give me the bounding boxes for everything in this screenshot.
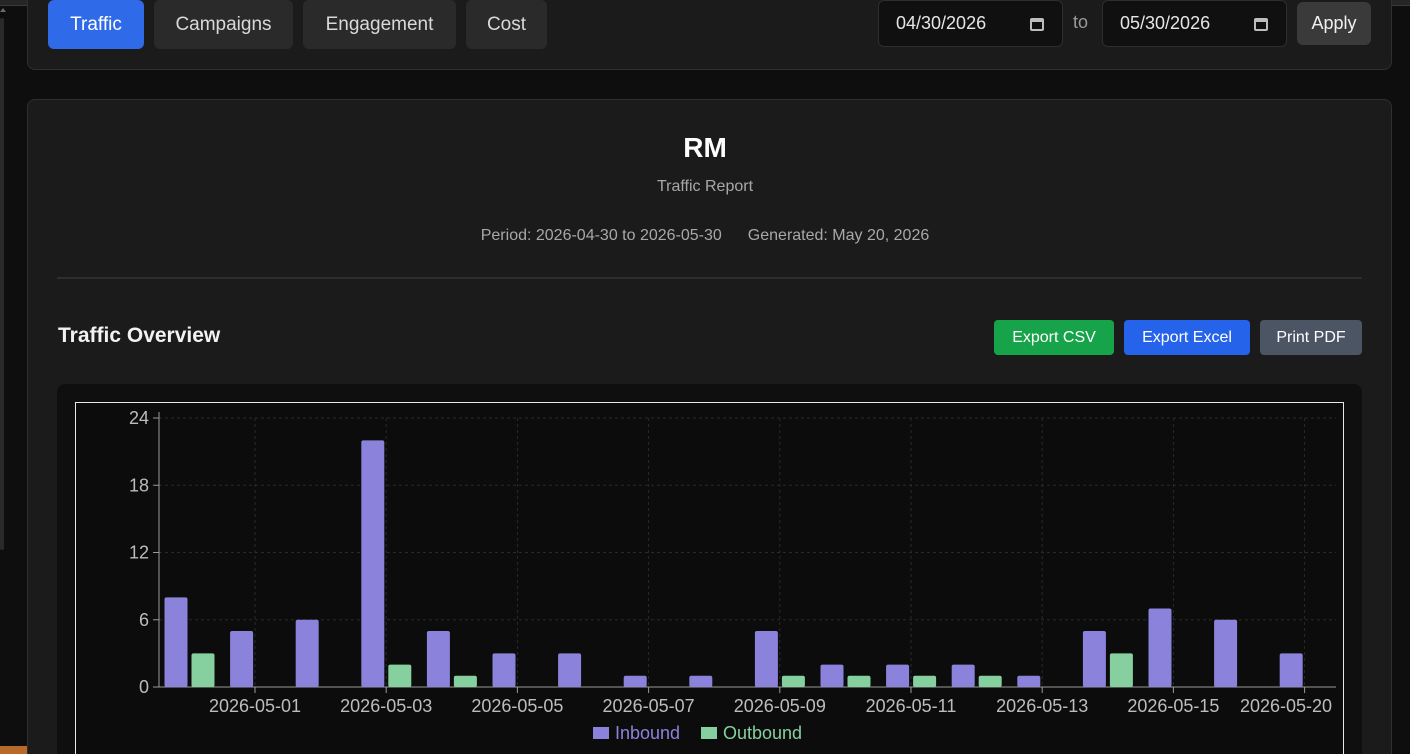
- bar-outbound: [388, 664, 412, 687]
- divider: [57, 277, 1362, 279]
- bar-inbound: [1279, 653, 1303, 687]
- bar-inbound: [623, 675, 647, 687]
- bar-inbound: [886, 664, 910, 687]
- bar-inbound: [164, 597, 188, 687]
- date-range-separator: to: [1073, 12, 1089, 32]
- sidebar-scrollbar[interactable]: [0, 18, 4, 550]
- bar-inbound: [1017, 675, 1041, 687]
- x-tick-label: 2026-05-20: [1240, 696, 1332, 716]
- bar-outbound: [1109, 653, 1133, 687]
- apply-button[interactable]: Apply: [1297, 2, 1371, 45]
- tab-traffic[interactable]: Traffic: [48, 0, 144, 49]
- bar-inbound: [426, 630, 450, 687]
- export-csv-button[interactable]: Export CSV: [994, 320, 1114, 355]
- traffic-bar-chart: 0 6 12 18 24 2026-05-01 2026-05-03 2026-05-05 20…: [129, 408, 1336, 743]
- bar-inbound: [558, 653, 582, 687]
- bar-inbound: [492, 653, 516, 687]
- x-tick-label: 2026-05-03: [340, 696, 432, 716]
- bar-outbound: [453, 675, 477, 687]
- section-title: Traffic Overview: [58, 324, 221, 347]
- bar-inbound: [1082, 630, 1106, 687]
- y-tick-label: 12: [129, 543, 149, 563]
- x-tick-label: 2026-05-09: [734, 696, 826, 716]
- x-tick-label: 2026-05-11: [866, 696, 957, 716]
- report-subtitle: Traffic Report: [656, 178, 754, 195]
- tab-campaigns[interactable]: Campaigns: [154, 0, 293, 49]
- calendar-icon[interactable]: [1254, 18, 1268, 31]
- end-date-value: 05/30/2026: [1120, 13, 1211, 33]
- bar-outbound: [191, 653, 215, 687]
- bar-outbound: [978, 675, 1002, 687]
- bar-outbound: [781, 675, 805, 687]
- report-meta: Period: 2026-04-30 to 2026-05-30 Generate…: [0, 227, 1410, 245]
- end-date-input[interactable]: 05/30/2026: [1102, 0, 1287, 47]
- export-excel-button[interactable]: Export Excel: [1124, 320, 1250, 355]
- start-date-input[interactable]: 04/30/2026: [878, 0, 1063, 47]
- x-tick-label: 2026-05-07: [603, 696, 695, 716]
- x-tick-label: 2026-05-05: [471, 696, 563, 716]
- bar-inbound: [295, 619, 319, 687]
- bar-inbound: [361, 440, 385, 687]
- bar-outbound: [913, 675, 937, 687]
- x-tick-label: 2026-05-15: [1127, 696, 1219, 716]
- y-tick-label: 24: [129, 408, 149, 428]
- report-period: Period: 2026-04-30 to 2026-05-30: [480, 227, 722, 244]
- bar-inbound: [230, 630, 254, 687]
- bar-inbound: [1214, 619, 1238, 687]
- y-tick-label: 18: [129, 475, 149, 495]
- bar-inbound: [754, 630, 778, 687]
- chart-frame: 0 6 12 18 24 2026-05-01 2026-05-03 2026-05-05 20…: [75, 402, 1344, 754]
- bar-inbound: [1148, 608, 1172, 687]
- report-title: RM: [683, 132, 727, 163]
- bar-outbound: [847, 675, 871, 687]
- y-tick-label: 6: [139, 610, 149, 630]
- tab-cost[interactable]: Cost: [466, 0, 547, 49]
- x-tick-label: 2026-05-01: [209, 696, 301, 716]
- bar-inbound: [951, 664, 975, 687]
- bar-inbound: [689, 675, 713, 687]
- calendar-icon[interactable]: [1030, 18, 1044, 31]
- bar-inbound: [820, 664, 844, 687]
- scroll-up-arrow-icon[interactable]: [0, 8, 6, 12]
- print-pdf-button[interactable]: Print PDF: [1260, 320, 1362, 355]
- y-tick-label: 0: [139, 677, 149, 697]
- report-generated: Generated: May 20, 2026: [747, 227, 930, 244]
- x-tick-label: 2026-05-13: [996, 696, 1088, 716]
- start-date-value: 04/30/2026: [896, 13, 987, 33]
- legend-inbound-label: Inbound: [615, 723, 680, 743]
- legend-inbound-swatch: [593, 727, 609, 739]
- tab-engagement[interactable]: Engagement: [303, 0, 456, 49]
- legend-outbound-label: Outbound: [723, 723, 802, 743]
- legend-outbound-swatch: [701, 727, 717, 739]
